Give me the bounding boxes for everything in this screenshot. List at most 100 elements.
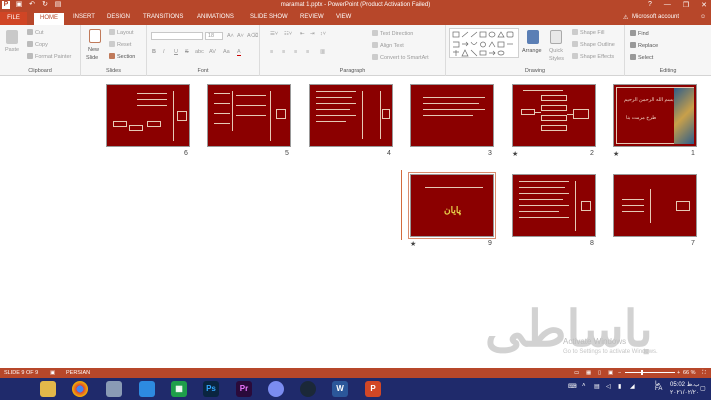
reading-view-icon[interactable]: ▯ xyxy=(598,370,601,376)
slide-thumbnail-8[interactable] xyxy=(512,174,596,237)
language-indicator[interactable]: PERSIAN xyxy=(66,370,90,376)
spellcheck-icon[interactable]: ▣ xyxy=(50,370,55,376)
shadow-button[interactable]: abc xyxy=(195,49,204,55)
chrome-icon[interactable] xyxy=(72,381,88,397)
text-direction-button[interactable]: Text Direction xyxy=(372,30,413,37)
align-text-button[interactable]: Align Text xyxy=(372,42,404,49)
numbering-icon[interactable]: ☷˅ xyxy=(284,31,292,37)
shape-fill-button[interactable]: Shape Fill xyxy=(572,29,604,36)
char-spacing-button[interactable]: AV xyxy=(209,49,216,55)
zoom-slider-thumb[interactable] xyxy=(641,370,643,375)
slide-thumbnail-6[interactable] xyxy=(106,84,190,147)
minimize-button[interactable]: — xyxy=(664,1,671,9)
zoom-in-icon[interactable]: + xyxy=(677,370,680,376)
arrange-icon[interactable] xyxy=(527,30,539,44)
italic-button[interactable]: I xyxy=(163,49,165,55)
format-painter-button[interactable]: Format Painter xyxy=(27,53,71,60)
tab-animations[interactable]: ANIMATIONS xyxy=(197,14,234,20)
slide-thumbnail-2[interactable] xyxy=(512,84,596,147)
font-color-button[interactable]: A xyxy=(237,49,241,56)
tab-insert[interactable]: INSERT xyxy=(73,14,95,20)
paste-icon[interactable] xyxy=(6,30,18,44)
font-size-box[interactable]: 18 xyxy=(205,32,223,40)
tab-transitions[interactable]: TRANSITIONS xyxy=(143,14,183,20)
slide-thumbnail-3[interactable] xyxy=(410,84,494,147)
shape-effects-button[interactable]: Shape Effects xyxy=(572,53,614,60)
fit-slide-icon[interactable]: ⛶ xyxy=(702,370,706,377)
normal-view-icon[interactable]: ▭ xyxy=(574,370,579,376)
photoshop-icon[interactable]: Ps xyxy=(203,381,219,397)
help-button[interactable]: ? xyxy=(648,1,652,9)
slide-thumbnail-7[interactable] xyxy=(613,174,697,237)
zoom-out-icon[interactable]: − xyxy=(618,370,621,376)
slide-thumbnail-4[interactable] xyxy=(309,84,393,147)
shapes-gallery[interactable] xyxy=(449,28,519,58)
store-icon[interactable] xyxy=(139,381,155,397)
new-slide-icon[interactable] xyxy=(89,29,101,43)
find-button[interactable]: Find xyxy=(630,30,649,37)
tab-slide-show[interactable]: SLIDE SHOW xyxy=(250,14,288,20)
word-icon[interactable]: W xyxy=(332,381,348,397)
grow-font-icon[interactable]: A˄ xyxy=(227,33,234,39)
restore-button[interactable]: ❐ xyxy=(683,1,689,9)
slide-thumbnail-5[interactable] xyxy=(207,84,291,147)
quick-styles-icon[interactable] xyxy=(550,30,562,44)
replace-button[interactable]: Replace xyxy=(630,42,658,49)
change-case-button[interactable]: Aa xyxy=(223,49,230,55)
columns-icon[interactable]: ▥ xyxy=(320,49,325,55)
align-left-icon[interactable]: ≡ xyxy=(270,49,273,55)
chat-icon[interactable] xyxy=(268,381,284,397)
new-slide-button[interactable]: New xyxy=(88,47,99,53)
paste-button[interactable]: Paste xyxy=(5,47,19,53)
drive-icon[interactable] xyxy=(106,381,122,397)
premiere-icon[interactable]: Pr xyxy=(236,381,252,397)
underline-button[interactable]: U xyxy=(174,49,178,55)
strikethrough-button[interactable]: S xyxy=(185,49,189,55)
power-icon[interactable]: ▮ xyxy=(618,383,621,390)
close-button[interactable]: ✕ xyxy=(701,1,707,9)
steam-icon[interactable] xyxy=(300,381,316,397)
wifi-icon[interactable]: ◢ xyxy=(630,383,635,390)
keyboard-icon[interactable]: ⌨ xyxy=(568,383,577,390)
cut-button[interactable]: Cut xyxy=(27,29,44,36)
arrange-button[interactable]: Arrange xyxy=(522,48,542,54)
new-slide-button-line2[interactable]: Slide xyxy=(86,55,98,61)
calculator-icon[interactable]: ▦ xyxy=(171,381,187,397)
align-center-icon[interactable]: ≡ xyxy=(282,49,285,55)
quick-styles-button[interactable]: Quick xyxy=(549,48,563,54)
tab-view[interactable]: VIEW xyxy=(336,14,351,20)
font-name-box[interactable] xyxy=(151,32,203,40)
account-label[interactable]: Microsoft account xyxy=(632,14,679,20)
section-button[interactable]: Section xyxy=(109,53,135,60)
notifications-icon[interactable]: ▢ xyxy=(700,385,706,392)
tab-design[interactable]: DESIGN xyxy=(107,14,130,20)
account-avatar[interactable]: ☺ xyxy=(700,14,706,20)
line-spacing-icon[interactable]: ↕˅ xyxy=(320,31,326,37)
tab-home[interactable]: HOME xyxy=(34,13,64,25)
slide-sorter-view-icon[interactable]: ▦ xyxy=(586,370,591,376)
network-icon[interactable]: ▤ xyxy=(594,383,600,390)
copy-button[interactable]: Copy xyxy=(27,41,48,48)
clear-format-icon[interactable]: A⌫ xyxy=(247,33,258,39)
folder-icon[interactable] xyxy=(40,381,56,397)
shape-outline-button[interactable]: Shape Outline xyxy=(572,41,615,48)
layout-button[interactable]: Layout xyxy=(109,29,134,36)
slide-thumbnail-1[interactable]: بسم الله الرحمن الرحيم طرح مرمت بنا xyxy=(613,84,697,147)
justify-icon[interactable]: ≡ xyxy=(306,49,309,55)
zoom-slider[interactable] xyxy=(625,372,675,373)
tab-file[interactable]: FILE xyxy=(0,12,27,25)
tab-review[interactable]: REVIEW xyxy=(300,14,324,20)
align-right-icon[interactable]: ≡ xyxy=(294,49,297,55)
convert-smartart-button[interactable]: Convert to SmartArt xyxy=(372,54,429,61)
slideshow-view-icon[interactable]: ▣ xyxy=(608,370,613,376)
slide-thumbnail-9[interactable]: پایان xyxy=(408,172,496,239)
zoom-level[interactable]: 66 % xyxy=(683,370,696,376)
tray-chevron-icon[interactable]: ˄ xyxy=(582,383,586,389)
decrease-indent-icon[interactable]: ⇤ xyxy=(300,31,305,37)
powerpoint-icon[interactable]: P xyxy=(365,381,381,397)
increase-indent-icon[interactable]: ⇥ xyxy=(310,31,315,37)
clock-date[interactable]: ۲۰۲۱/۰۲/۲۰ xyxy=(670,389,699,396)
quick-styles-button-line2[interactable]: Styles xyxy=(549,56,564,62)
reset-button[interactable]: Reset xyxy=(109,41,131,48)
volume-icon[interactable]: ◁ xyxy=(606,383,611,390)
